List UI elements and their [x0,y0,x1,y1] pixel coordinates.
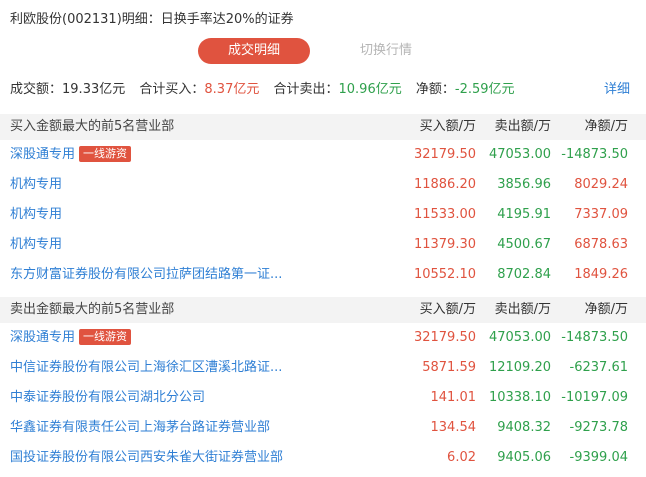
buy-amount: 10552.10 [413,267,476,282]
sell-header-name: 卖出金额最大的前5名营业部 [10,302,175,317]
buy-top5-table: 买入金额最大的前5名营业部 买入额/万 卖出额/万 净额/万 深股通专用 一线游资… [0,114,646,290]
sell-header-sell: 卖出额/万 [494,302,551,317]
table-row[interactable]: 中泰证券股份有限公司湖北分公司 141.01 10338.10 -10197.09 [0,383,646,413]
table-row[interactable]: 机构专用 11379.30 4500.67 6878.63 [0,230,646,260]
hot-money-badge: 一线游资 [79,328,132,345]
table-row[interactable]: 华鑫证券有限责任公司上海茅台路证券营业部 134.54 9408.32 -9273.7… [0,413,646,443]
sell-amount: 3856.96 [497,177,551,192]
broker-name: 机构专用 [10,177,63,192]
buy-amount: 11533.00 [413,207,476,222]
net-amount: -9399.04 [569,450,628,465]
table-row[interactable]: 国投证券股份有限公司西安朱雀大街证券营业部 6.02 9405.06 -9399.04 [0,443,646,473]
buy-amount: 134.54 [430,420,477,435]
sell-top5-table: 卖出金额最大的前5名营业部 买入额/万 卖出额/万 净额/万 深股通专用 一线游资… [0,297,646,473]
broker-name: 机构专用 [10,207,63,222]
sell-header-buy: 买入额/万 [419,302,476,317]
broker-name-link[interactable]: 深股通专用 一线游资 [10,140,132,170]
buy-header-net: 净额/万 [584,119,628,134]
sell-amount: 8702.84 [497,267,551,282]
buy-amount: 5871.59 [422,360,476,375]
broker-name: 深股通专用 [10,147,76,162]
broker-name-link[interactable]: 机构专用 [10,200,62,230]
broker-name-link[interactable]: 东方财富证券股份有限公司拉萨团结路第一证... [10,260,282,290]
net-amount: -10197.09 [561,390,628,405]
hot-money-badge: 一线游资 [79,145,132,162]
sell-amount: 9408.32 [497,420,551,435]
buy-amount: 6.02 [447,450,476,465]
page-title: 利欧股份(002131)明细：日换手率达20%的证券 [10,12,294,27]
buy-table-header: 买入金额最大的前5名营业部 买入额/万 卖出额/万 净额/万 [0,114,646,140]
broker-name-link[interactable]: 机构专用 [10,230,62,260]
net-amount: -6237.61 [569,360,628,375]
turnover-value: 19.33亿元 [62,82,126,97]
table-row[interactable]: 深股通专用 一线游资 32179.50 47053.00 -14873.50 [0,323,646,353]
broker-name-link[interactable]: 国投证券股份有限公司西安朱雀大街证券营业部 [10,443,283,473]
net-amount: -14873.50 [561,330,628,345]
table-row[interactable]: 机构专用 11533.00 4195.91 7337.09 [0,200,646,230]
buy-amount: 32179.50 [413,330,476,345]
net-amount: 1849.26 [574,267,628,282]
broker-name-link[interactable]: 华鑫证券有限责任公司上海茅台路证券营业部 [10,413,270,443]
net-label: 净额： [415,82,455,97]
net-amount: 8029.24 [574,177,628,192]
sell-header-net: 净额/万 [584,302,628,317]
net-amount: 7337.09 [574,207,628,222]
net-amount: 6878.63 [574,237,628,252]
buy-header-buy: 买入额/万 [419,119,476,134]
buy-total-value: 8.37亿元 [204,82,260,97]
buy-amount: 141.01 [430,390,477,405]
sell-total-label: 合计卖出： [273,82,339,97]
sell-amount: 12109.20 [488,360,551,375]
broker-name-link[interactable]: 深股通专用 一线游资 [10,323,132,353]
turnover-label: 成交额： [10,82,63,97]
net-amount: -14873.50 [561,147,628,162]
net-amount: -9273.78 [569,420,628,435]
net-value: -2.59亿元 [454,82,515,97]
broker-name: 中泰证券股份有限公司湖北分公司 [10,390,206,405]
broker-name: 机构专用 [10,237,63,252]
broker-name: 深股通专用 [10,330,76,345]
table-row[interactable]: 中信证券股份有限公司上海徐汇区漕溪北路证... 5871.59 12109.20 -6… [0,353,646,383]
detail-link[interactable]: 详细 [604,78,630,97]
buy-total-label: 合计买入： [139,82,205,97]
buy-header-sell: 卖出额/万 [494,119,551,134]
sell-table-header: 卖出金额最大的前5名营业部 买入额/万 卖出额/万 净额/万 [0,297,646,323]
sell-amount: 47053.00 [488,330,551,345]
tab-switch-quote[interactable]: 切换行情 [330,38,442,64]
table-row[interactable]: 深股通专用 一线游资 32179.50 47053.00 -14873.50 [0,140,646,170]
broker-name: 华鑫证券有限责任公司上海茅台路证券营业部 [10,420,271,435]
sell-amount: 47053.00 [488,147,551,162]
tab-trade-detail[interactable]: 成交明细 [198,38,310,64]
buy-amount: 11886.20 [413,177,476,192]
sell-amount: 4195.91 [497,207,551,222]
broker-name: 中信证券股份有限公司上海徐汇区漕溪北路证... [10,360,283,375]
table-row[interactable]: 东方财富证券股份有限公司拉萨团结路第一证... 10552.10 8702.84 18… [0,260,646,290]
sell-amount: 10338.10 [488,390,551,405]
buy-amount: 11379.30 [413,237,476,252]
sell-total-value: 10.96亿元 [338,82,402,97]
broker-name-link[interactable]: 机构专用 [10,170,62,200]
table-row[interactable]: 机构专用 11886.20 3856.96 8029.24 [0,170,646,200]
summary-bar: 成交额：19.33亿元 合计买入：8.37亿元 合计卖出：10.96亿元 净额：… [10,78,525,97]
broker-name: 国投证券股份有限公司西安朱雀大街证券营业部 [10,450,284,465]
sell-amount: 9405.06 [497,450,551,465]
buy-header-name: 买入金额最大的前5名营业部 [10,119,175,134]
sell-amount: 4500.67 [497,237,551,252]
tab-bar: 成交明细 切换行情 [0,38,646,64]
broker-name: 东方财富证券股份有限公司拉萨团结路第一证... [10,267,283,282]
broker-name-link[interactable]: 中信证券股份有限公司上海徐汇区漕溪北路证... [10,353,282,383]
broker-name-link[interactable]: 中泰证券股份有限公司湖北分公司 [10,383,205,413]
buy-amount: 32179.50 [413,147,476,162]
